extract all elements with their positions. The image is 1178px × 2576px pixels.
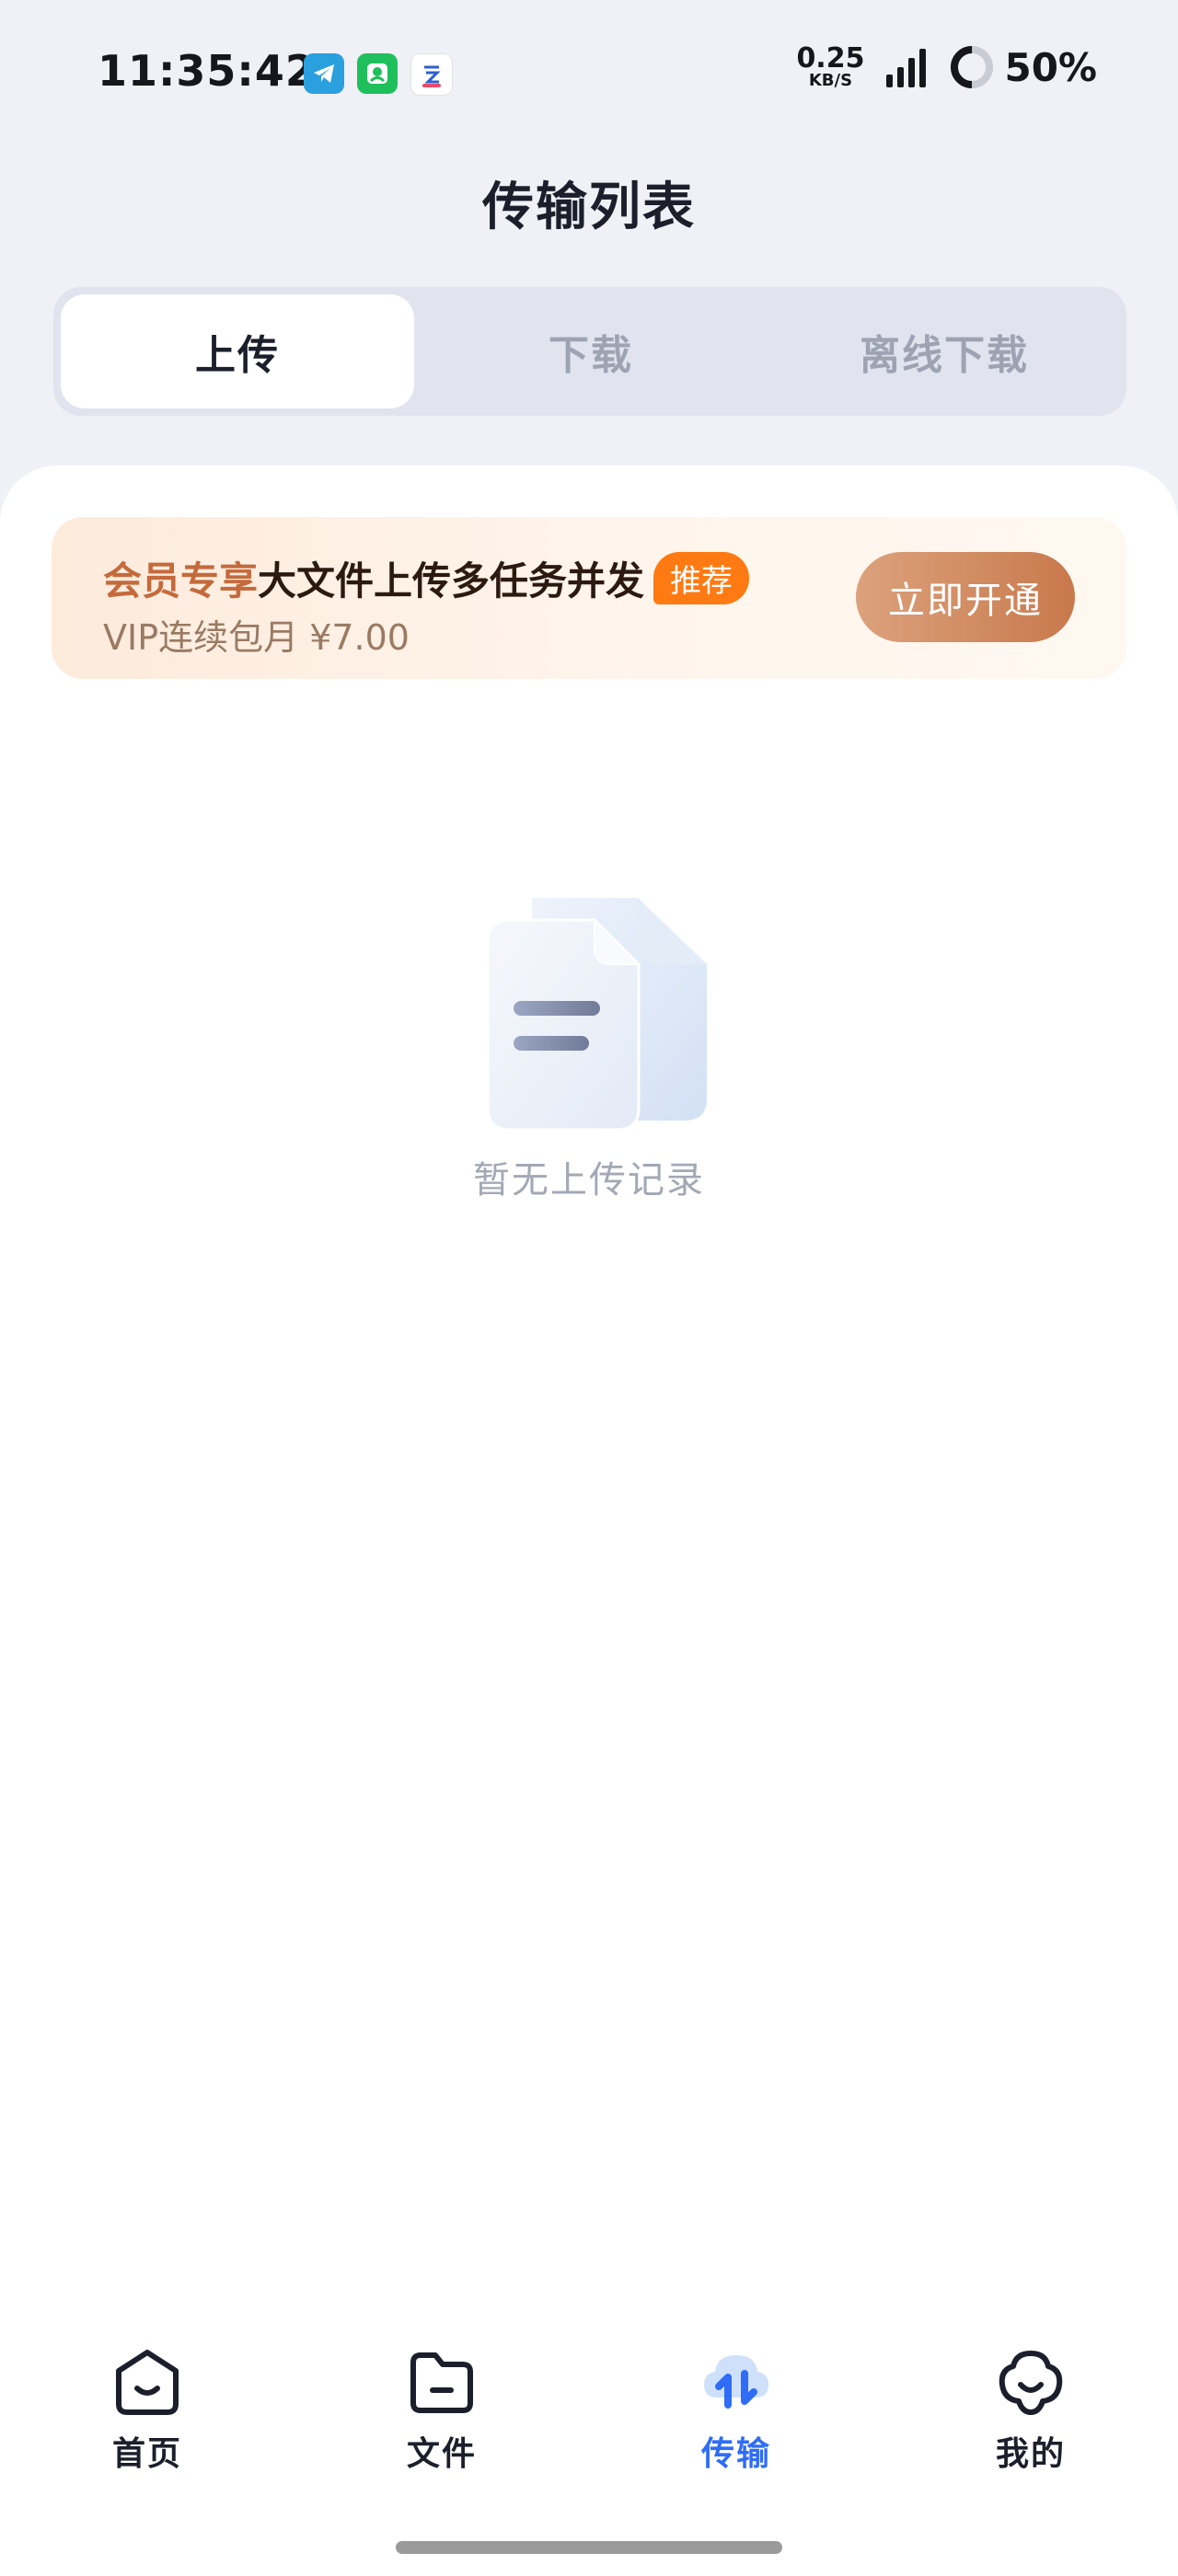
cloud-app-icon bbox=[410, 53, 453, 96]
page-title: 传输列表 bbox=[482, 178, 696, 237]
main-content: 会员专享 大文件上传多任务并发 推荐 VIP连续包月 ¥7.00 立即开通 bbox=[0, 466, 1178, 2576]
recommend-badge: 推荐 bbox=[653, 552, 750, 604]
vip-highlight: 会员专享 bbox=[103, 558, 259, 604]
bottom-nav: 首页 文件 传输 我的 bbox=[0, 2346, 1178, 2493]
network-speed: 0.25 KB/S bbox=[796, 45, 864, 89]
status-app-icons bbox=[304, 53, 453, 96]
network-speed-unit: KB/S bbox=[808, 71, 853, 90]
empty-documents-icon bbox=[486, 898, 707, 1132]
transfer-tabs: 上传 下载 离线下载 bbox=[53, 287, 1126, 416]
battery-percent: 50% bbox=[1004, 44, 1097, 90]
home-indicator[interactable] bbox=[396, 2541, 782, 2554]
tab-offline-download[interactable]: 离线下载 bbox=[768, 294, 1121, 408]
nav-transfer-label: 传输 bbox=[700, 2435, 771, 2473]
nav-home-label: 首页 bbox=[111, 2435, 182, 2473]
green-app-icon bbox=[357, 53, 398, 94]
vip-price-text: VIP连续包月 ¥7.00 bbox=[103, 617, 410, 658]
empty-state-message: 暂无上传记录 bbox=[473, 1159, 705, 1202]
vip-headline: 会员专享 大文件上传多任务并发 推荐 bbox=[103, 550, 750, 606]
telegram-icon bbox=[304, 53, 344, 94]
status-bar: 11:35:42 0.25 KB/S 50% bbox=[0, 0, 1178, 147]
nav-files-label: 文件 bbox=[406, 2435, 477, 2473]
battery-ring-icon bbox=[951, 46, 994, 88]
tab-upload[interactable]: 上传 bbox=[61, 294, 414, 408]
activate-vip-button[interactable]: 立即开通 bbox=[856, 552, 1075, 642]
network-speed-value: 0.25 bbox=[796, 42, 865, 75]
transfer-icon bbox=[704, 2355, 768, 2409]
status-time: 11:35:42 bbox=[98, 46, 316, 96]
nav-profile-label: 我的 bbox=[995, 2435, 1066, 2473]
nav-home[interactable]: 首页 bbox=[55, 2346, 239, 2475]
nav-transfer[interactable]: 传输 bbox=[644, 2346, 828, 2475]
nav-profile[interactable]: 我的 bbox=[939, 2346, 1123, 2475]
status-right: 0.25 KB/S 50% bbox=[796, 44, 1097, 90]
vip-headline-text: 大文件上传多任务并发 bbox=[258, 558, 645, 604]
battery: 50% bbox=[949, 44, 1097, 90]
vip-banner[interactable]: 会员专享 大文件上传多任务并发 推荐 VIP连续包月 ¥7.00 立即开通 bbox=[52, 517, 1126, 679]
home-icon bbox=[116, 2350, 179, 2415]
profile-icon bbox=[999, 2351, 1063, 2415]
folder-icon bbox=[410, 2352, 473, 2413]
signal-bars-icon bbox=[886, 49, 927, 87]
tab-download[interactable]: 下载 bbox=[414, 294, 768, 408]
nav-files[interactable]: 文件 bbox=[350, 2346, 534, 2475]
